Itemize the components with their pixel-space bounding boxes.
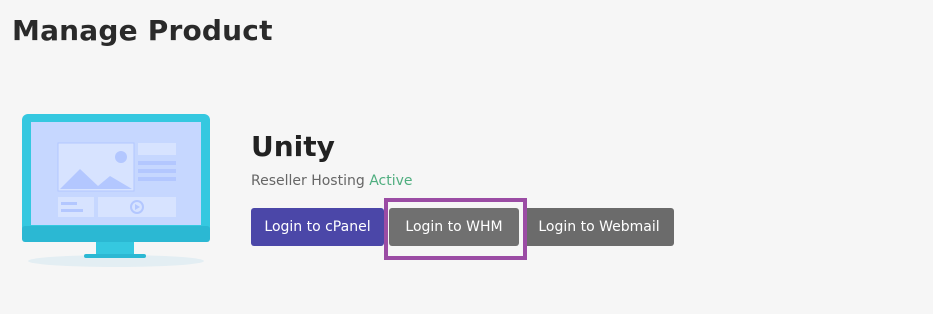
action-buttons: Login to cPanel Login to WHM Login to We… bbox=[251, 208, 674, 246]
product-type: Reseller Hosting bbox=[251, 173, 365, 189]
product-info: Unity Reseller Hosting Active bbox=[251, 130, 413, 189]
product-meta: Reseller Hosting Active bbox=[251, 173, 413, 189]
product-status: Active bbox=[369, 173, 413, 189]
page-title: Manage Product bbox=[12, 14, 273, 47]
login-webmail-button[interactable]: Login to Webmail bbox=[524, 208, 674, 246]
monitor-illustration-icon bbox=[18, 112, 214, 272]
login-cpanel-button[interactable]: Login to cPanel bbox=[251, 208, 384, 246]
product-name: Unity bbox=[251, 130, 335, 163]
login-whm-button[interactable]: Login to WHM bbox=[389, 208, 519, 246]
